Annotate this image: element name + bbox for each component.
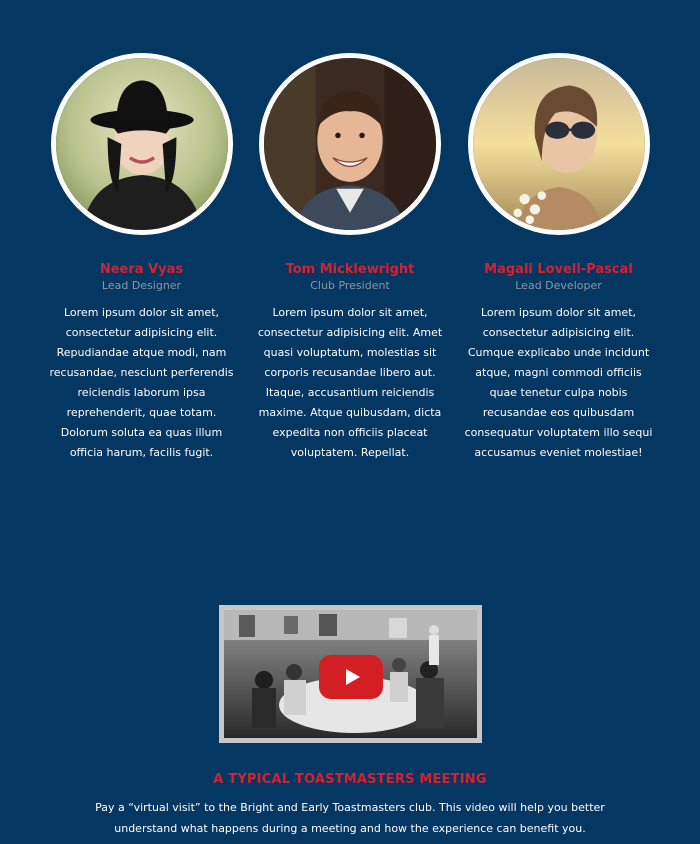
member-bio: Lorem ipsum dolor sit amet, consectetur … — [464, 306, 653, 459]
youtube-play-icon[interactable] — [319, 655, 383, 699]
member-name: Neera Vyas — [99, 262, 184, 277]
team-section: Neera Vyas Lead Designer Lorem ipsum dol… — [40, 53, 660, 463]
member-name: Tom Micklewright — [285, 262, 415, 277]
avatar — [467, 53, 650, 235]
avatar — [50, 53, 233, 235]
member-name: Magali Lovell-Pascal — [484, 262, 633, 277]
section-description: Pay a “virtual visit” to the Bright and … — [95, 801, 605, 835]
member-bio: Lorem ipsum dolor sit amet, consectetur … — [49, 306, 234, 459]
avatar — [259, 53, 441, 235]
member-bio: Lorem ipsum dolor sit amet, consectetur … — [257, 306, 443, 459]
video-embed[interactable] — [219, 605, 482, 743]
member-role: Club President — [310, 279, 390, 292]
section-title: A TYPICAL TOASTMASTERS MEETING — [213, 772, 487, 787]
team-member-card: Tom Micklewright Club President Lorem ip… — [249, 53, 452, 463]
team-member-card: Magali Lovell-Pascal Lead Developer Lore… — [457, 53, 660, 463]
member-role: Lead Developer — [515, 279, 602, 292]
team-member-card: Neera Vyas Lead Designer Lorem ipsum dol… — [40, 53, 243, 463]
video-thumbnail[interactable] — [224, 610, 477, 738]
member-role: Lead Designer — [101, 279, 182, 292]
